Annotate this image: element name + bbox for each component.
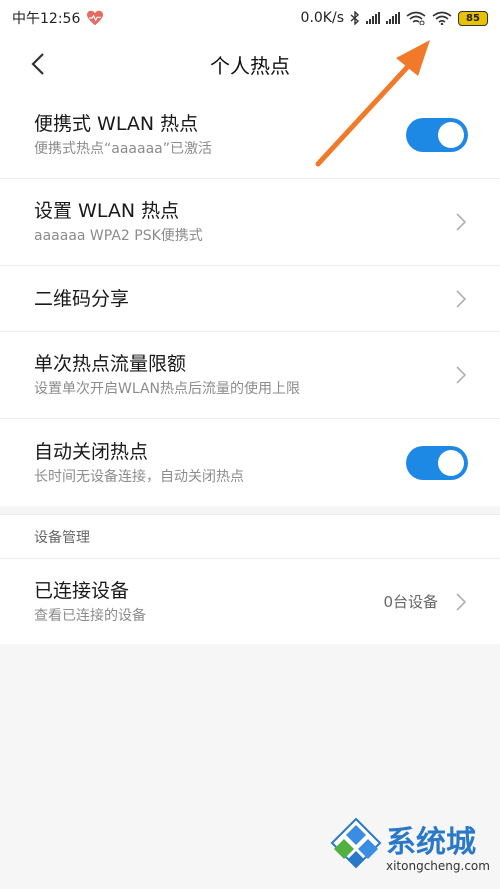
bluetooth-icon: [350, 11, 360, 25]
status-time: 中午12:56: [12, 11, 81, 27]
row-subtitle: 便携式热点“aaaaaa”已激活: [34, 141, 212, 157]
device-count: 0台设备: [383, 593, 438, 611]
toggle-knob: [438, 449, 464, 476]
watermark-url: xitongcheng.com: [386, 859, 490, 873]
row-title: 单次热点流量限额: [34, 353, 187, 375]
chevron-right-icon: [454, 366, 468, 384]
signal-strength-2-icon: [386, 12, 400, 24]
status-bar: 中午12:56 0.0K/s 85: [0, 0, 500, 36]
hotspot-wifi-icon: [406, 11, 426, 25]
row-title: 设置 WLAN 热点: [34, 200, 180, 222]
watermark-brand: 系统城: [386, 825, 476, 860]
row-title: 二维码分享: [34, 287, 130, 310]
row-title: 自动关闭热点: [34, 440, 149, 463]
chevron-right-icon: [454, 213, 468, 231]
toggle-knob: [438, 122, 464, 148]
network-speed: 0.0K/s: [300, 10, 344, 26]
auto-off-toggle[interactable]: [406, 445, 468, 480]
row-subtitle: aaaaaa WPA2 PSK便携式: [34, 228, 203, 244]
row-subtitle: 查看已连接的设备: [34, 607, 146, 624]
auto-off-row[interactable]: 自动关闭热点 长时间无设备连接，自动关闭热点: [0, 419, 500, 506]
row-subtitle: 长时间无设备连接，自动关闭热点: [34, 468, 244, 485]
chevron-left-icon: [31, 53, 44, 75]
status-right: 0.0K/s 85: [301, 10, 488, 26]
row-texts: 单次热点流量限额 设置单次开启WLAN热点后流量的使用上限: [34, 351, 454, 399]
row-subtitle: 设置单次开启WLAN热点后流量的使用上限: [34, 381, 301, 397]
setup-hotspot-row[interactable]: 设置 WLAN 热点 aaaaaa WPA2 PSK便携式: [0, 179, 500, 266]
section-header-device-management: 设备管理: [0, 514, 500, 558]
row-title: 已连接设备: [34, 579, 130, 602]
row-title: 便携式 WLAN 热点: [34, 113, 199, 135]
data-limit-row[interactable]: 单次热点流量限额 设置单次开启WLAN热点后流量的使用上限: [0, 332, 500, 419]
row-texts: 自动关闭热点 长时间无设备连接，自动关闭热点: [34, 439, 406, 487]
qr-share-row[interactable]: 二维码分享: [0, 266, 500, 332]
page-title: 个人热点: [210, 53, 290, 78]
battery-indicator: 85: [458, 10, 488, 26]
connected-devices-row[interactable]: 已连接设备 查看已连接的设备 0台设备: [0, 558, 500, 644]
portable-hotspot-toggle[interactable]: [406, 118, 468, 152]
brand-logo-icon: [330, 817, 382, 869]
settings-list: 便携式 WLAN 热点 便携式热点“aaaaaa”已激活 设置 WLAN 热点 …: [0, 92, 500, 506]
row-texts: 已连接设备 查看已连接的设备: [34, 578, 383, 626]
watermark: 系统城 xitongcheng.com: [330, 811, 490, 883]
row-texts: 二维码分享: [34, 286, 454, 312]
row-texts: 设置 WLAN 热点 aaaaaa WPA2 PSK便携式: [34, 198, 454, 246]
nav-bar: 个人热点: [0, 36, 500, 92]
wifi-icon: [432, 11, 452, 25]
signal-strength-icon: [366, 12, 380, 24]
portable-hotspot-row[interactable]: 便携式 WLAN 热点 便携式热点“aaaaaa”已激活: [0, 92, 500, 179]
back-button[interactable]: [24, 50, 52, 78]
chevron-right-icon: [454, 592, 468, 611]
status-left: 中午12:56: [12, 8, 104, 28]
row-texts: 便携式 WLAN 热点 便携式热点“aaaaaa”已激活: [34, 111, 406, 159]
heart-rate-icon: [87, 10, 104, 26]
chevron-right-icon: [454, 289, 468, 308]
